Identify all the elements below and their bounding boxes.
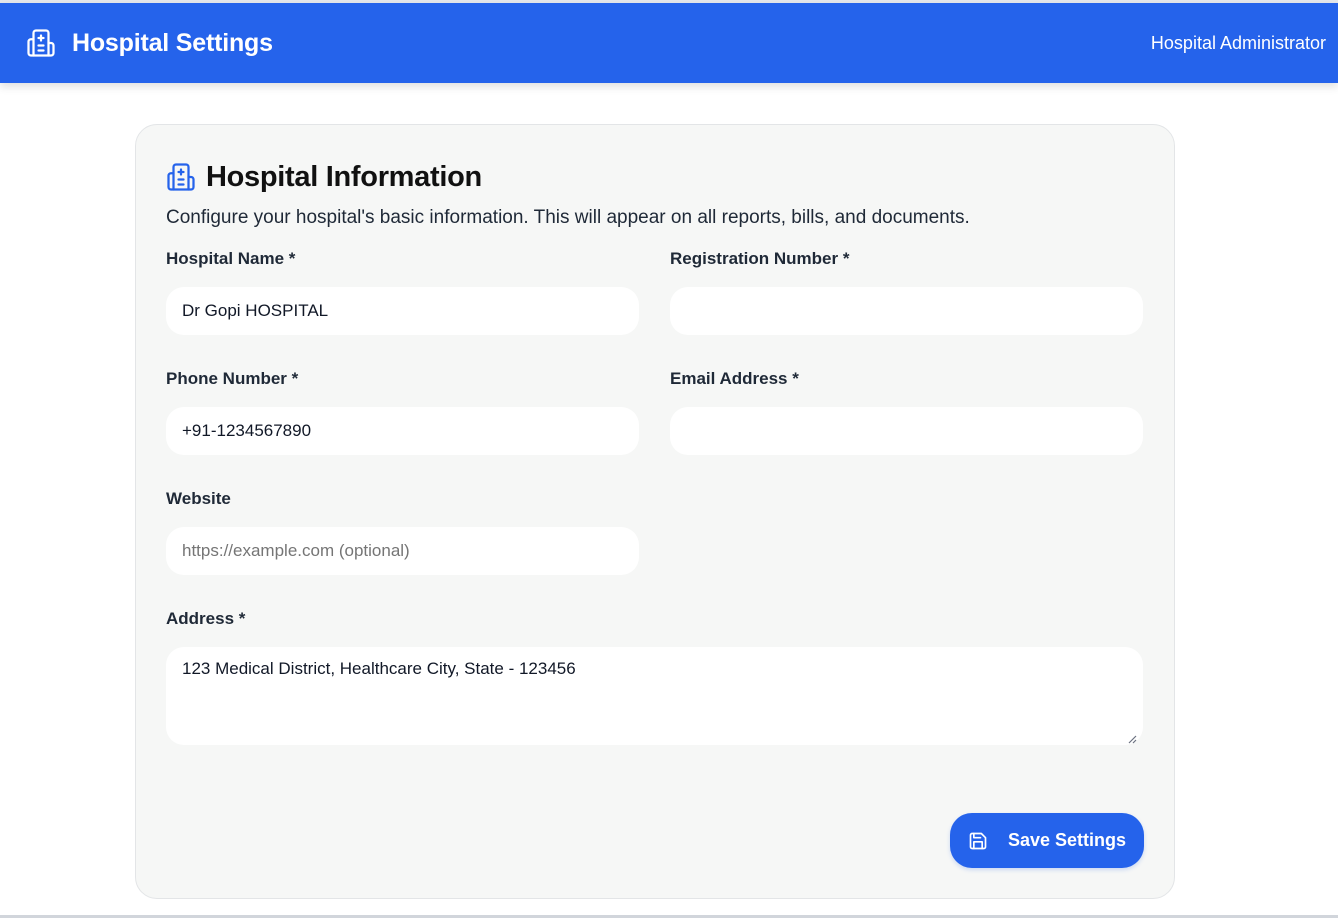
hospital-information-card: Hospital Information Configure your hosp… [135,124,1175,899]
address-textarea[interactable]: 123 Medical District, Healthcare City, S… [166,647,1143,745]
app-header: Hospital Settings Hospital Administrator [0,3,1338,83]
phone-number-input[interactable] [166,407,639,455]
card-description: Configure your hospital's basic informat… [166,207,970,228]
save-settings-button[interactable]: Save Settings [950,813,1144,868]
save-settings-label: Save Settings [1007,830,1127,850]
website-field: Website [166,489,639,575]
hospital-name-field: Hospital Name * [166,249,639,335]
email-address-label: Email Address * [670,369,799,388]
user-role-label[interactable]: Hospital Administrator [1151,33,1326,54]
card-title: Hospital Information [206,160,482,193]
registration-number-field: Registration Number * [670,249,1143,335]
address-textarea-wrap: 123 Medical District, Healthcare City, S… [166,647,1143,745]
email-address-field: Email Address * [670,369,1143,455]
registration-number-label: Registration Number * [670,249,850,268]
card-header: Hospital Information [166,161,1144,193]
phone-number-label: Phone Number * [166,369,299,388]
resize-handle-icon[interactable] [1127,731,1137,744]
hospital-icon [26,28,56,58]
website-label: Website [166,489,231,508]
hospital-name-label: Hospital Name * [166,249,296,268]
app-title: Hospital Settings [72,28,273,57]
email-address-input[interactable] [670,407,1143,455]
header-brand: Hospital Settings [26,28,273,58]
hospital-icon [166,162,196,192]
address-field: Address * 123 Medical District, Healthca… [166,609,1143,745]
save-icon [968,831,988,851]
phone-number-field: Phone Number * [166,369,639,455]
website-input[interactable] [166,527,639,575]
hospital-name-input[interactable] [166,287,639,335]
registration-number-input[interactable] [670,287,1143,335]
address-label: Address * [166,609,246,628]
